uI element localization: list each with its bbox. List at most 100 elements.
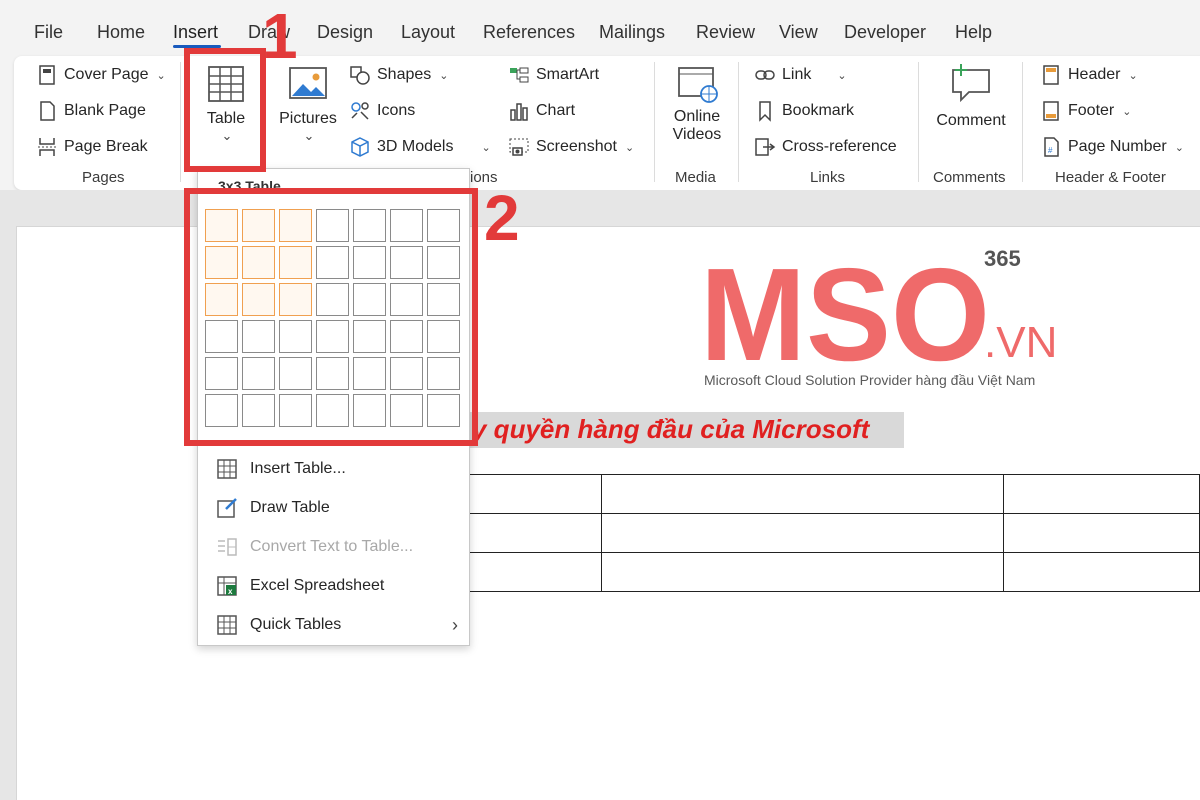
tab-file[interactable]: File	[34, 22, 63, 43]
cross-reference-button[interactable]: Cross-reference	[754, 136, 897, 158]
screenshot-icon	[509, 138, 529, 156]
tab-insert[interactable]: Insert	[173, 22, 218, 43]
table-cell[interactable]	[468, 474, 602, 514]
blank-page-label: Blank Page	[64, 102, 146, 119]
chart-button[interactable]: Chart	[508, 100, 575, 122]
document-table[interactable]	[468, 474, 1200, 592]
quick-tables-label: Quick Tables	[250, 616, 342, 633]
cross-reference-icon	[755, 138, 776, 156]
tab-design[interactable]: Design	[317, 22, 373, 43]
table-row	[468, 552, 1200, 592]
link-icon	[755, 70, 775, 80]
comment-button[interactable]: Comment	[932, 62, 1010, 130]
tab-help[interactable]: Help	[955, 22, 992, 43]
link-button[interactable]: Link ⌄	[754, 64, 847, 86]
bookmark-icon	[759, 101, 771, 122]
chevron-right-icon: ›	[452, 614, 458, 635]
3d-models-label: 3D Models	[377, 138, 454, 155]
blank-page-button[interactable]: Blank Page	[36, 100, 146, 122]
footer-icon	[1043, 101, 1059, 121]
comment-label: Comment	[936, 112, 1006, 129]
draw-table-item[interactable]: Draw Table	[216, 497, 466, 519]
header-icon	[1043, 65, 1059, 85]
shapes-icon	[350, 66, 370, 85]
shapes-button[interactable]: Shapes ⌄	[349, 64, 448, 86]
smartart-button[interactable]: SmartArt	[508, 64, 599, 86]
tab-developer[interactable]: Developer	[844, 22, 926, 43]
chevron-down-icon: ⌄	[624, 141, 635, 154]
table-cell[interactable]	[601, 474, 1004, 514]
page-number-button[interactable]: # Page Number ⌄	[1040, 136, 1184, 158]
callout-number-2: 2	[484, 182, 520, 254]
table-cell[interactable]	[1003, 513, 1200, 553]
tab-review[interactable]: Review	[696, 22, 755, 43]
comment-icon	[952, 64, 990, 103]
pictures-label: Pictures	[279, 110, 337, 127]
online-videos-button[interactable]: Online Videos	[666, 66, 728, 144]
logo-brand: MSO	[700, 256, 990, 364]
table-cell[interactable]	[1003, 552, 1200, 592]
page-break-button[interactable]: Page Break	[36, 136, 148, 158]
table-cell[interactable]	[468, 552, 602, 592]
convert-text-label: Convert Text to Table...	[250, 538, 414, 555]
tab-references[interactable]: References	[483, 22, 575, 43]
tab-view[interactable]: View	[779, 22, 818, 43]
chart-label: Chart	[536, 102, 576, 119]
chevron-down-icon: ⌄	[303, 128, 315, 143]
smartart-icon	[510, 67, 529, 83]
3d-models-button[interactable]: 3D Models ⌄	[349, 136, 491, 158]
pictures-button[interactable]: Pictures ⌄	[276, 64, 340, 144]
tab-home[interactable]: Home	[97, 22, 145, 43]
callout-highlight-table-button	[184, 48, 266, 172]
chart-icon	[510, 103, 528, 121]
header-button[interactable]: Header ⌄	[1040, 64, 1138, 86]
media-group-label: Media	[675, 169, 716, 186]
cross-reference-label: Cross-reference	[782, 138, 897, 155]
insert-table-icon	[217, 459, 237, 479]
link-label: Link	[782, 66, 812, 83]
excel-spreadsheet-label: Excel Spreadsheet	[250, 577, 385, 594]
quick-tables-icon	[217, 615, 237, 635]
quick-tables-item[interactable]: Quick Tables ›	[216, 614, 466, 636]
table-cell[interactable]	[601, 552, 1004, 592]
page-number-label: Page Number	[1068, 138, 1167, 155]
menu-bar: File Home Insert Draw Design Layout Refe…	[0, 0, 1200, 56]
icons-button[interactable]: Icons	[349, 100, 415, 122]
blank-page-icon	[40, 101, 55, 121]
table-cell[interactable]	[601, 513, 1004, 553]
footer-label: Footer	[1068, 102, 1115, 119]
svg-text:x: x	[228, 587, 233, 596]
tab-layout[interactable]: Layout	[401, 22, 455, 43]
screenshot-label: Screenshot	[536, 138, 617, 155]
insert-table-item[interactable]: Insert Table...	[216, 458, 466, 480]
draw-table-icon	[217, 498, 237, 518]
table-cell[interactable]	[468, 513, 602, 553]
footer-button[interactable]: Footer ⌄	[1040, 100, 1131, 122]
highlighted-heading: y quyền hàng đầu của Microsoft	[470, 412, 904, 448]
table-row	[468, 513, 1200, 553]
page-break-label: Page Break	[64, 138, 148, 155]
header-footer-group-label: Header & Footer	[1055, 169, 1166, 186]
chevron-down-icon: ⌄	[481, 141, 491, 154]
icons-icon	[351, 102, 369, 120]
online-video-icon	[678, 67, 718, 103]
svg-text:#: #	[1048, 146, 1053, 155]
insert-table-label: Insert Table...	[250, 460, 346, 477]
online-label: Online	[673, 108, 721, 125]
table-cell[interactable]	[1003, 474, 1200, 514]
page-break-icon	[38, 138, 56, 156]
cover-page-button[interactable]: Cover Page ⌄	[36, 64, 166, 86]
tab-mailings[interactable]: Mailings	[599, 22, 665, 43]
convert-text-to-table-item: Convert Text to Table...	[216, 536, 466, 558]
chevron-down-icon: ⌄	[1128, 69, 1138, 82]
mso-logo: MSO	[700, 256, 990, 364]
screenshot-button[interactable]: Screenshot ⌄	[508, 136, 634, 158]
bookmark-button[interactable]: Bookmark	[754, 100, 854, 122]
page-number-icon: #	[1044, 137, 1059, 157]
logo-suffix: .VN	[984, 318, 1058, 367]
excel-spreadsheet-item[interactable]: x Excel Spreadsheet	[216, 575, 466, 597]
excel-icon: x	[217, 576, 237, 596]
bookmark-label: Bookmark	[782, 102, 855, 119]
icons-label: Icons	[377, 102, 416, 119]
logo-tagline: Microsoft Cloud Solution Provider hàng đ…	[704, 372, 1036, 388]
